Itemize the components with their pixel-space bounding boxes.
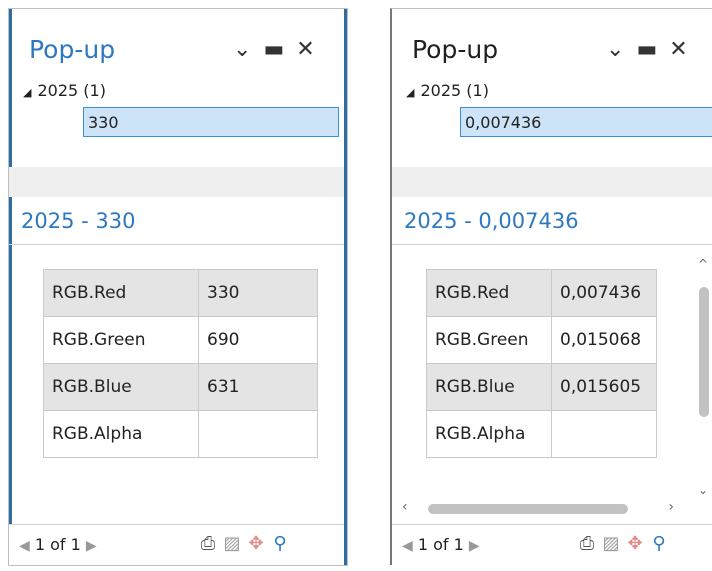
attribute-value [198,410,318,458]
divider-band [9,167,347,197]
attribute-table: RGB.Red 0,007436 RGB.Green 0,015068 RGB.… [426,269,657,458]
table-row: RGB.Green 0,015068 [426,316,657,364]
window-controls: ⌄▬✕ [606,37,700,62]
panel-title: Pop-up [412,35,499,64]
scroll-thumb[interactable] [428,504,628,514]
attribute-key: RGB.Green [43,316,199,364]
table-row: RGB.Blue 0,015605 [426,363,657,411]
divider [9,244,347,245]
table-row: RGB.Red 330 [43,269,318,317]
table-row: RGB.Green 690 [43,316,318,364]
attribute-value: 690 [198,316,318,364]
pan-to-icon[interactable]: ✥ [247,533,271,554]
attribute-table: RGB.Red 330 RGB.Green 690 RGB.Blue 631 R… [43,269,318,458]
horizontal-scrollbar[interactable]: ‹ › [392,499,694,519]
next-arrow-icon[interactable]: ▶ [86,538,97,554]
feature-title: 2025 - 0,007436 [404,209,579,233]
table-row: RGB.Blue 631 [43,363,318,411]
popup-footer: ◀ 1 of 1 ▶ ⎙ ▨ ✥ ⚲ [392,524,712,565]
print-icon[interactable]: ⎙ [199,533,223,554]
panel-title: Pop-up [29,35,116,64]
footer-tools: ⎙ ▨ ✥ ⚲ [578,533,674,554]
flash-feature-icon[interactable]: ▨ [602,533,626,554]
close-icon[interactable]: ✕ [296,37,326,62]
table-row: RGB.Alpha [426,410,657,458]
pager: ◀ 1 of 1 ▶ [402,535,480,554]
tree-selected-feature[interactable]: 330 [83,107,339,137]
scroll-down-icon[interactable]: ⌄ [698,483,708,497]
attribute-key: RGB.Alpha [43,410,199,458]
previous-arrow-icon[interactable]: ◀ [402,538,413,554]
table-row: RGB.Alpha [43,410,318,458]
tree-selected-feature[interactable]: 0,007436 [460,107,712,137]
maximize-icon[interactable]: ▬ [263,37,296,62]
window-controls: ⌄▬✕ [233,37,327,62]
popup-panel-right: Pop-up ⌄▬✕ ◢ 2025 (1) 0,007436 2025 - 0,0… [390,8,712,565]
scroll-thumb[interactable] [699,287,709,417]
flash-feature-icon[interactable]: ▨ [223,533,247,554]
maximize-icon[interactable]: ▬ [636,37,669,62]
popup-panel-left: Pop-up ⌄▬✕ ◢ 2025 (1) 330 2025 - 330 RGB.… [8,8,348,566]
tree-group-label: 2025 (1) [420,81,489,100]
attribute-value [551,410,657,458]
pager-label: 1 of 1 [34,535,81,554]
table-row: RGB.Red 0,007436 [426,269,657,317]
tree-group-label: 2025 (1) [37,81,106,100]
attribute-value: 0,015068 [551,316,657,364]
attribute-key: RGB.Blue [43,363,199,411]
feature-title: 2025 - 330 [21,209,136,233]
divider-band [392,167,712,197]
pager: ◀ 1 of 1 ▶ [19,535,97,554]
scroll-right-icon[interactable]: › [668,499,674,515]
tree-group-node[interactable]: ◢ 2025 (1) [23,81,106,100]
footer-tools: ⎙ ▨ ✥ ⚲ [199,533,295,554]
tree-expand-icon[interactable]: ◢ [406,86,414,99]
scroll-up-icon[interactable]: ^ [698,257,708,271]
popup-footer: ◀ 1 of 1 ▶ ⎙ ▨ ✥ ⚲ [9,524,347,565]
scroll-left-icon[interactable]: ‹ [402,499,408,515]
attribute-key: RGB.Red [43,269,199,317]
divider [392,244,712,245]
tree-group-node[interactable]: ◢ 2025 (1) [406,81,489,100]
attribute-key: RGB.Green [426,316,552,364]
attribute-value: 330 [198,269,318,317]
pager-label: 1 of 1 [417,535,464,554]
chevron-down-icon[interactable]: ⌄ [233,37,263,62]
attribute-key: RGB.Red [426,269,552,317]
attribute-value: 0,007436 [551,269,657,317]
zoom-to-icon[interactable]: ⚲ [271,533,295,554]
vertical-scrollbar[interactable]: ^ ⌄ [694,257,712,497]
tree-expand-icon[interactable]: ◢ [23,86,31,99]
pan-to-icon[interactable]: ✥ [626,533,650,554]
attribute-value: 0,015605 [551,363,657,411]
previous-arrow-icon[interactable]: ◀ [19,538,30,554]
close-icon[interactable]: ✕ [669,37,699,62]
zoom-to-icon[interactable]: ⚲ [650,533,674,554]
chevron-down-icon[interactable]: ⌄ [606,37,636,62]
attribute-key: RGB.Blue [426,363,552,411]
print-icon[interactable]: ⎙ [578,533,602,554]
attribute-value: 631 [198,363,318,411]
next-arrow-icon[interactable]: ▶ [469,538,480,554]
attribute-key: RGB.Alpha [426,410,552,458]
